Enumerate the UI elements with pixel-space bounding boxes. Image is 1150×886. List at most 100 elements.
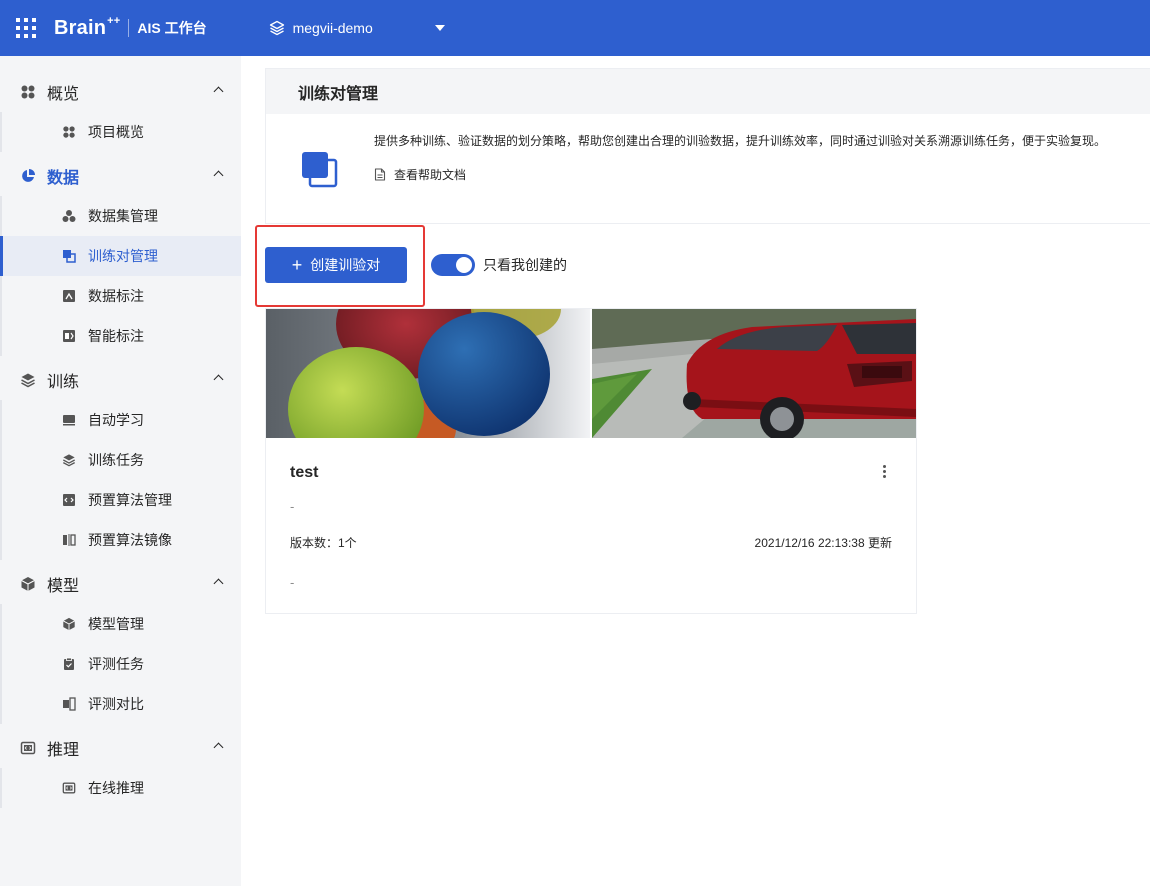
nav-head-label: 推理: [47, 742, 80, 759]
page-title: 训练对管理: [266, 69, 1150, 114]
auto-learn-icon: [62, 413, 76, 427]
product-name: AIS 工作台: [137, 20, 207, 36]
overview-icon: [20, 84, 36, 100]
only-mine-toggle[interactable]: [431, 254, 475, 276]
sidebar: 概览 项目概览 数据 数据集管理 训练对管理 数据标注 智能标注 训练 自动学习…: [0, 56, 241, 886]
nav-group-training: 训练 自动学习 训练任务 预置算法管理 预置算法镜像: [0, 360, 241, 560]
clipboard-icon: [62, 657, 76, 671]
project-name: megvii-demo: [292, 20, 373, 36]
document-icon: [374, 168, 386, 181]
card-thumbnails: [266, 309, 916, 438]
nav-head-label: 训练: [47, 374, 80, 391]
sidebar-item-label: 训练任务: [88, 452, 144, 468]
nav-head-data[interactable]: 数据: [0, 156, 241, 196]
nav-head-overview[interactable]: 概览: [0, 72, 241, 112]
layers-icon: [269, 20, 284, 36]
sidebar-item-preset-image[interactable]: 预置算法镜像: [0, 520, 241, 560]
sidebar-item-auto-learning[interactable]: 自动学习: [0, 400, 241, 440]
training-pair-card[interactable]: test - 版本数：1个 2021/12/16 22:13:38 更新 -: [265, 308, 917, 614]
pie-icon: [20, 168, 36, 184]
chevron-up-icon: [213, 86, 224, 97]
chevron-up-icon: [213, 170, 224, 181]
compare-icon: [62, 697, 76, 711]
sidebar-item-online-inference[interactable]: 在线推理: [0, 768, 241, 808]
sidebar-item-preset-algorithm[interactable]: 预置算法管理: [0, 480, 241, 520]
layers-icon: [20, 372, 36, 388]
training-pair-logo-icon: [302, 152, 338, 188]
overview-icon: [62, 125, 76, 139]
page-description: 提供多种训练、验证数据的划分策略，帮助您创建出合理的训验数据，提升训练效率，同时…: [374, 134, 1107, 148]
nav-group-model: 模型 模型管理 评测任务 评测对比: [0, 564, 241, 724]
card-footer: -: [290, 575, 295, 590]
sidebar-item-label: 训练对管理: [88, 248, 158, 264]
sidebar-item-evaluation-compare[interactable]: 评测对比: [0, 684, 241, 724]
sidebar-item-label: 评测任务: [88, 656, 144, 672]
car-thumbnail: [592, 309, 916, 438]
page-header-card: 训练对管理 提供多种训练、验证数据的划分策略，帮助您创建出合理的训验数据，提升训…: [265, 68, 1150, 224]
layers-icon: [62, 453, 76, 467]
brand-name: Brain: [54, 16, 107, 39]
mirror-icon: [62, 533, 76, 547]
sidebar-item-training-task[interactable]: 训练任务: [0, 440, 241, 480]
sidebar-item-dataset[interactable]: 数据集管理: [0, 196, 241, 236]
nav-children: 在线推理: [0, 768, 241, 808]
pair-icon: [62, 249, 76, 263]
sidebar-item-project-overview[interactable]: 项目概览: [0, 112, 241, 152]
app-grid-icon[interactable]: [16, 18, 36, 38]
nav-head-label: 概览: [47, 86, 80, 103]
card-version-count: 版本数：1个: [290, 536, 357, 550]
create-button-label: 创建训验对: [310, 257, 381, 273]
chevron-up-icon: [213, 578, 224, 589]
annotate-icon: [62, 289, 76, 303]
sidebar-item-label: 智能标注: [88, 328, 144, 344]
sidebar-item-evaluation-task[interactable]: 评测任务: [0, 644, 241, 684]
sidebar-item-annotation[interactable]: 数据标注: [0, 276, 241, 316]
brand-logo[interactable]: Brain ++: [54, 15, 120, 40]
toolbar: + 创建训验对 只看我创建的: [265, 247, 567, 283]
nav-group-inference: 推理 在线推理: [0, 728, 241, 808]
main-content: 训练对管理 提供多种训练、验证数据的划分策略，帮助您创建出合理的训验数据，提升训…: [241, 56, 1150, 886]
dataset-icon: [62, 209, 76, 223]
code-icon: [62, 493, 76, 507]
nav-children: 模型管理 评测任务 评测对比: [0, 604, 241, 724]
chevron-up-icon: [213, 742, 224, 753]
sidebar-item-label: 在线推理: [88, 780, 144, 796]
balloons-thumbnail: [266, 309, 590, 438]
sidebar-item-label: 预置算法管理: [88, 492, 172, 508]
smart-annotate-icon: [62, 329, 76, 343]
sidebar-item-label: 数据集管理: [88, 208, 158, 224]
sidebar-item-model-management[interactable]: 模型管理: [0, 604, 241, 644]
brand-divider: [128, 19, 130, 37]
caret-down-icon: [434, 25, 445, 31]
sidebar-item-label: 数据标注: [88, 288, 144, 304]
help-doc-label: 查看帮助文档: [394, 168, 467, 182]
more-options-icon[interactable]: [882, 465, 886, 480]
top-bar: Brain ++ AIS 工作台 megvii-demo: [0, 0, 1150, 56]
nav-head-inference[interactable]: 推理: [0, 728, 241, 768]
help-doc-link[interactable]: 查看帮助文档: [374, 166, 466, 183]
nav-children: 数据集管理 训练对管理 数据标注 智能标注: [0, 196, 241, 356]
nav-head-training[interactable]: 训练: [0, 360, 241, 400]
sidebar-item-smart-annotation[interactable]: 智能标注: [0, 316, 241, 356]
card-title: test: [290, 464, 319, 481]
inference-icon: [20, 740, 36, 756]
sidebar-item-label: 模型管理: [88, 616, 144, 632]
sidebar-item-label: 自动学习: [88, 412, 144, 428]
card-description: -: [290, 499, 295, 514]
chevron-up-icon: [213, 374, 224, 385]
nav-head-label: 模型: [47, 578, 80, 595]
cube-icon: [20, 576, 36, 592]
inference-icon: [62, 781, 76, 795]
card-updated-time: 2021/12/16 22:13:38 更新: [754, 536, 892, 550]
nav-children: 自动学习 训练任务 预置算法管理 预置算法镜像: [0, 400, 241, 560]
cube-icon: [62, 617, 76, 631]
nav-group-data: 数据 数据集管理 训练对管理 数据标注 智能标注: [0, 156, 241, 356]
nav-head-label: 数据: [47, 170, 80, 187]
create-training-pair-button[interactable]: + 创建训验对: [265, 247, 407, 283]
sidebar-item-training-pair[interactable]: 训练对管理: [0, 236, 241, 276]
toggle-knob: [456, 257, 472, 273]
nav-head-model[interactable]: 模型: [0, 564, 241, 604]
sidebar-item-label: 预置算法镜像: [88, 532, 172, 548]
project-selector[interactable]: megvii-demo: [269, 20, 445, 36]
only-mine-label: 只看我创建的: [483, 257, 567, 273]
